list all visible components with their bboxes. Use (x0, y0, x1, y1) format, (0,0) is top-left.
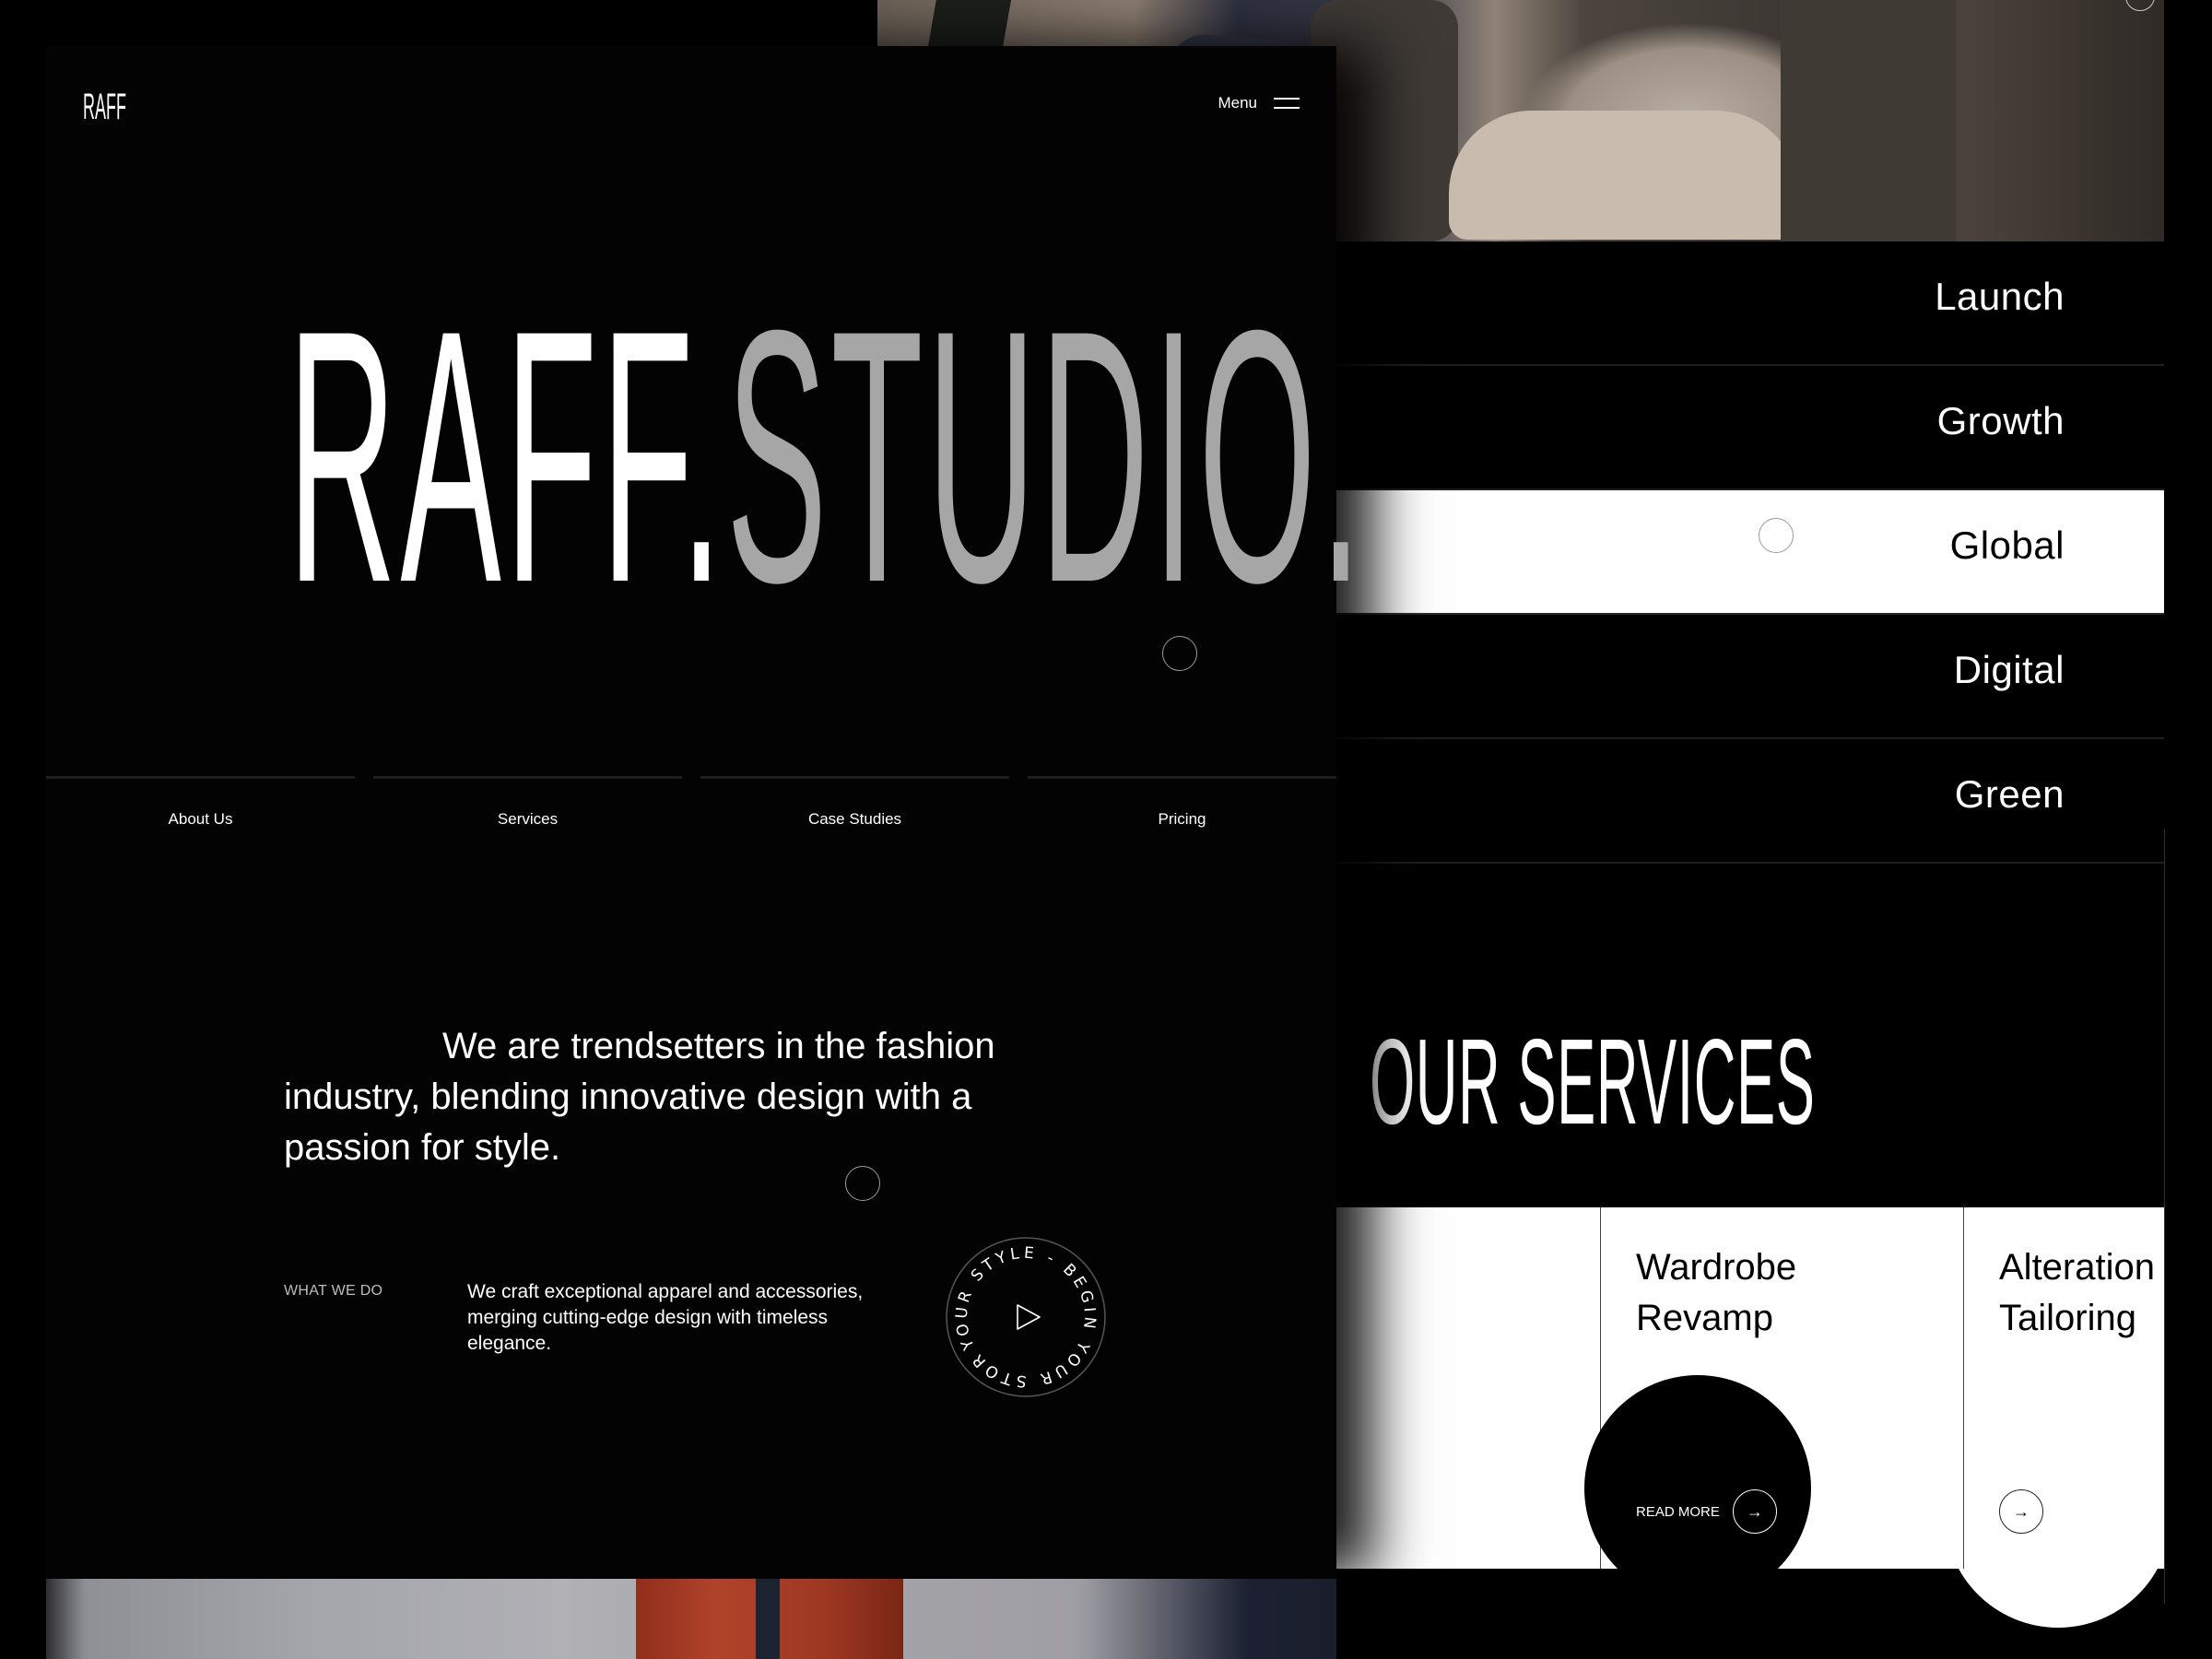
rotating-text-badge: YOUR STYLE - BEGIN YOUR STORY - (900, 1197, 1125, 1425)
arrow-right-icon[interactable]: → (1999, 1489, 2043, 1534)
service-title-line: Revamp (1636, 1298, 1773, 1338)
service-title: Alteration Tailoring (1999, 1242, 2155, 1344)
divider (2164, 830, 2165, 1604)
service-title-line: Alteration (1999, 1247, 2155, 1288)
homepage-panel: RAFF Menu RAFF.STUDIO. About Us Services… (46, 46, 1362, 1659)
service-title: Wardrobe Revamp (1636, 1242, 1796, 1344)
nav-item-case-studies[interactable]: Case Studies (700, 776, 1009, 865)
timeline-title: Growth (1936, 399, 2065, 442)
badge-text-path: YOUR STYLE - BEGIN YOUR STORY - (900, 1197, 1125, 1425)
timeline-title: Digital (1953, 648, 2065, 691)
hover-blob (1584, 1375, 1811, 1602)
logo[interactable]: RAFF (83, 88, 126, 125)
service-card-alteration-tailoring[interactable]: Alteration Tailoring → (1963, 1207, 2165, 1569)
suit-photo-bottom (46, 1579, 1336, 1659)
hero-title-primary: RAFF. (288, 255, 727, 657)
what-we-do-text: We craft exceptional apparel and accesso… (467, 1281, 864, 1354)
cursor-ring-icon (1759, 518, 1794, 553)
nav-item-about-us[interactable]: About Us (46, 776, 355, 865)
timeline-title: Global (1949, 524, 2065, 567)
play-video-badge[interactable]: YOUR STYLE - BEGIN YOUR STORY - (900, 1197, 1125, 1425)
cursor-ring-icon (1162, 636, 1197, 671)
hamburger-icon (1274, 98, 1300, 109)
service-title-line: Wardrobe (1636, 1247, 1797, 1288)
cursor-ring-icon (2125, 0, 2155, 11)
services-heading: OUR SERVICES (1370, 1014, 1816, 1149)
arrow-right-icon: → (1732, 1489, 1777, 1534)
read-more-button[interactable]: READ MORE → (1636, 1489, 1777, 1534)
hero-title: RAFF.STUDIO. (288, 276, 1366, 636)
service-title-line: Tailoring (1999, 1298, 2136, 1338)
timeline-title: Green (1954, 772, 2065, 816)
play-icon[interactable] (1017, 1304, 1041, 1330)
nav-item-pricing[interactable]: Pricing (1028, 776, 1336, 865)
hover-blob-overflow (1945, 1569, 2171, 1635)
timeline-title: Launch (1935, 275, 2065, 318)
service-card-wardrobe-revamp[interactable]: Wardrobe Revamp READ MORE → (1584, 1207, 1964, 1602)
badge-circular-text: YOUR STYLE - BEGIN YOUR STORY - (944, 1235, 1108, 1399)
what-we-do-label: WHAT WE DO (284, 1283, 383, 1299)
hero-title-secondary: STUDIO. (726, 255, 1366, 657)
read-more-label: READ MORE (1636, 1503, 1720, 1520)
intro-statement: We are trendsetters in the fashion indus… (284, 1026, 995, 1168)
menu-button[interactable]: Menu (1218, 94, 1300, 112)
nav-item-services[interactable]: Services (373, 776, 682, 865)
menu-label: Menu (1218, 94, 1257, 112)
cursor-ring-icon (845, 1166, 880, 1201)
